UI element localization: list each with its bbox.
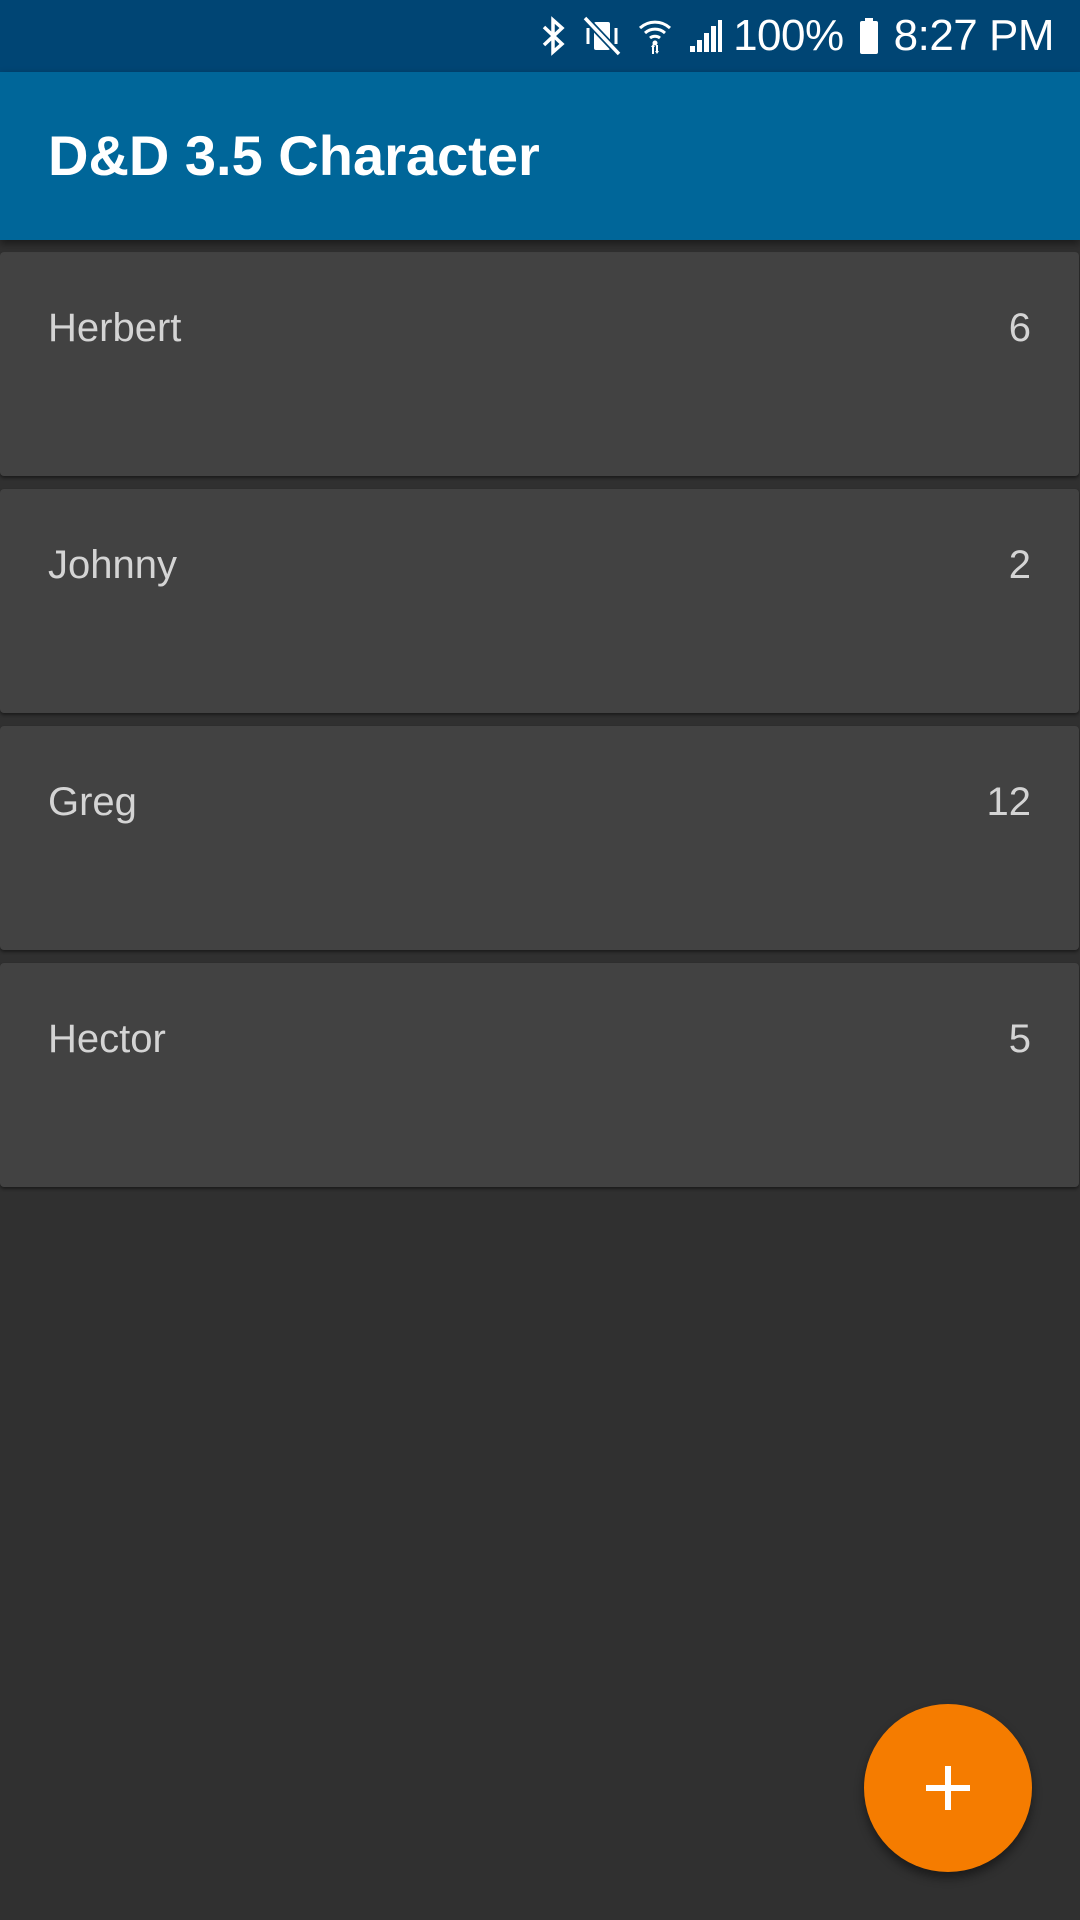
page-title: D&D 3.5 Character [48, 124, 540, 187]
clock: 8:27 PM [893, 11, 1055, 60]
signal-icon [687, 12, 723, 60]
plus-icon [924, 1764, 972, 1812]
vibrate-mute-icon [581, 12, 623, 60]
battery-percent: 100% [733, 11, 844, 60]
status-bar: 100% 8:27 PM [0, 0, 1080, 72]
character-name: Hector [48, 1017, 166, 1061]
character-level: 12 [986, 780, 1032, 824]
character-name: Johnny [48, 543, 177, 587]
battery-icon [858, 12, 880, 60]
character-level: 6 [1008, 306, 1031, 350]
character-card[interactable]: Greg 12 [0, 726, 1079, 950]
character-name: Greg [48, 780, 137, 824]
character-name: Herbert [48, 306, 182, 350]
wifi-icon [637, 12, 673, 60]
bluetooth-icon [541, 12, 567, 60]
character-level: 5 [1008, 1017, 1031, 1061]
app-bar: D&D 3.5 Character [0, 72, 1080, 240]
add-character-button[interactable] [864, 1704, 1032, 1872]
character-card[interactable]: Herbert 6 [0, 252, 1079, 476]
character-level: 2 [1008, 543, 1031, 587]
character-card[interactable]: Johnny 2 [0, 489, 1079, 713]
character-card[interactable]: Hector 5 [0, 963, 1079, 1187]
character-list: Herbert 6 Johnny 2 Greg 12 Hector 5 [0, 252, 1080, 1200]
